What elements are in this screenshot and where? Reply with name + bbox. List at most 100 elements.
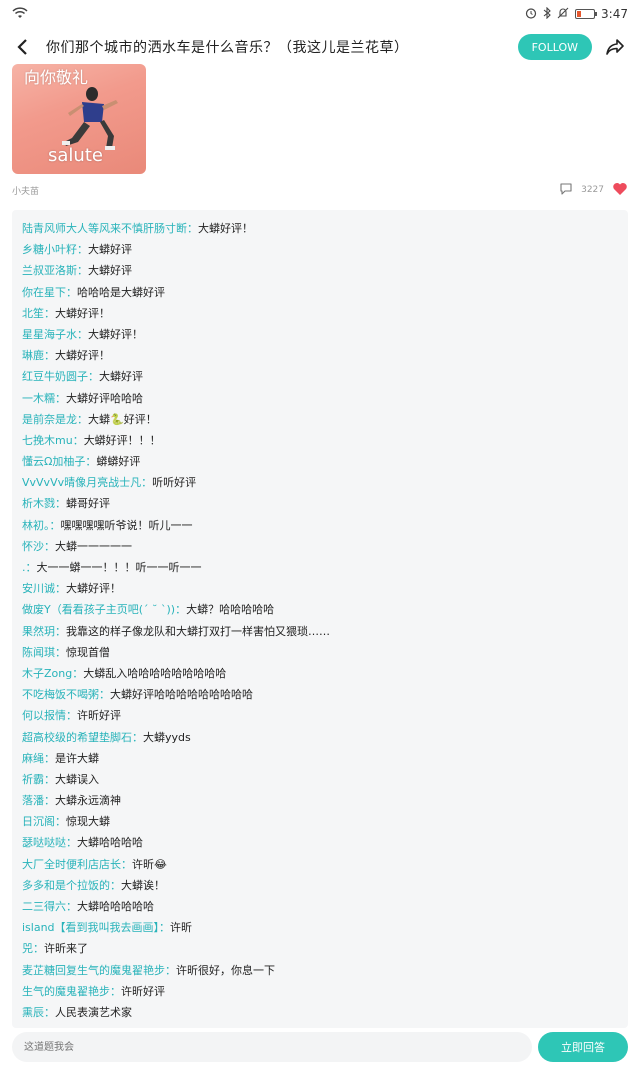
share-button[interactable] bbox=[598, 32, 632, 62]
comment-item[interactable]: 不吃梅饭不喝粥：大蟒好评哈哈哈哈哈哈哈哈哈 bbox=[22, 684, 618, 705]
comment-separator: ： bbox=[33, 942, 44, 956]
comment-item[interactable]: 懂云Ω加柚子：蟒蟒好评 bbox=[22, 451, 618, 472]
player-figure bbox=[62, 87, 118, 150]
comment-item[interactable]: 瑟哒哒哒：大蟒哈哈哈哈 bbox=[22, 832, 618, 853]
comment-separator: ： bbox=[132, 730, 143, 744]
comment-item[interactable]: 兕：许昕来了 bbox=[22, 938, 618, 959]
comment-username[interactable]: 麦芷糖回复生气的魔鬼翟艳步 bbox=[22, 964, 165, 977]
comment-item[interactable]: 析木戮：蟒哥好评 bbox=[22, 493, 618, 514]
comment-item[interactable]: 陈闻琪：惊现首僧 bbox=[22, 642, 618, 663]
comment-text: 蟒蟒好评 bbox=[96, 455, 141, 469]
comment-item[interactable]: 祈霸：大蟒误入 bbox=[22, 769, 618, 790]
comment-username[interactable]: 做废Y（看看孩子主页吧(´ ˘ `)) bbox=[22, 603, 175, 616]
comment-username[interactable]: 七挽木mu bbox=[22, 434, 73, 447]
comment-item[interactable]: 落潘：大蟒永远滴神 bbox=[22, 790, 618, 811]
comment-username[interactable]: 乡糖小叶籽 bbox=[22, 243, 77, 256]
comment-item[interactable]: 日沉阁：惊现大蟒 bbox=[22, 811, 618, 832]
comment-item[interactable]: 是前奈是龙：大蟒🐍好评！ bbox=[22, 409, 618, 430]
comment-username[interactable]: 瑟哒哒哒 bbox=[22, 836, 66, 849]
comment-username[interactable]: 落潘 bbox=[22, 794, 44, 807]
comment-username[interactable]: 祈霸 bbox=[22, 773, 44, 786]
comment-username[interactable]: 你在星下 bbox=[22, 286, 66, 299]
comment-item[interactable]: 怀沙：大蟒一一一一一 bbox=[22, 536, 618, 557]
comment-username[interactable]: 陈闻琪 bbox=[22, 646, 55, 659]
comment-item[interactable]: 一木糯：大蟒好评哈哈哈 bbox=[22, 388, 618, 409]
comment-separator: ： bbox=[44, 1005, 55, 1019]
comment-item[interactable]: 果然玥：我靠这的样子像龙队和大蟒打双打一样害怕又猥琐…… bbox=[22, 621, 618, 642]
comment-username[interactable]: 何以报情 bbox=[22, 709, 66, 722]
comment-separator: ： bbox=[72, 666, 84, 680]
comment-item[interactable]: 做废Y（看看孩子主页吧(´ ˘ `))：大蟒？哈哈哈哈哈 bbox=[22, 599, 618, 620]
comment-username[interactable]: 星星海子水 bbox=[22, 328, 77, 341]
comment-text: 大蟒好评！ bbox=[66, 582, 121, 596]
answer-now-button[interactable]: 立即回答 bbox=[538, 1032, 628, 1062]
comment-username[interactable]: 麻绳 bbox=[22, 752, 44, 765]
comment-username[interactable]: 兕 bbox=[22, 942, 33, 955]
comment-item[interactable]: 何以报情：许昕好评 bbox=[22, 705, 618, 726]
image-top-text: 向你敬礼 bbox=[24, 68, 89, 87]
comment-item[interactable]: 麻绳：是许大蟒 bbox=[22, 748, 618, 769]
comment-item[interactable]: 大厂全时便利店店长：许昕😂 bbox=[22, 854, 618, 875]
author-name[interactable]: 小夫苗 bbox=[12, 184, 39, 197]
comment-separator: ： bbox=[66, 836, 77, 850]
comment-item[interactable]: 超高校级的希望垫脚石：大蟒yyds bbox=[22, 727, 618, 748]
comment-item[interactable]: 安川诚：大蟒好评！ bbox=[22, 578, 618, 599]
back-button[interactable] bbox=[8, 32, 36, 62]
comment-username[interactable]: 超高校级的希望垫脚石 bbox=[22, 731, 132, 744]
comment-item[interactable]: 熏辰：人民表演艺术家 bbox=[22, 1002, 618, 1023]
comment-item[interactable]: 琳鹿：大蟒好评！ bbox=[22, 345, 618, 366]
comment-username[interactable]: 陆青风师大人等风来不慎肝肠寸断 bbox=[22, 222, 187, 235]
comment-username[interactable]: 生气的魔鬼翟艳步 bbox=[22, 985, 110, 998]
comment-item[interactable]: 多多和是个拉饭的：大蟒诶！ bbox=[22, 875, 618, 896]
page: 3:47 你们那个城市的洒水车是什么音乐？（我这儿是兰花草） FOLLOW 向你… bbox=[0, 0, 640, 1067]
comment-separator: ： bbox=[25, 561, 37, 574]
comment-username[interactable]: 琳鹿 bbox=[22, 349, 44, 362]
comment-username[interactable]: VvVvVv晴像月亮战士凡 bbox=[22, 476, 141, 489]
comment-button[interactable] bbox=[559, 182, 573, 198]
comment-username[interactable]: 大厂全时便利店店长 bbox=[22, 858, 121, 871]
comment-item[interactable]: 北笙：大蟒好评！ bbox=[22, 303, 618, 324]
comment-username[interactable]: 红豆牛奶圆子 bbox=[22, 370, 88, 383]
like-button[interactable] bbox=[612, 182, 628, 199]
comment-username[interactable]: 析木戮 bbox=[22, 497, 55, 510]
comment-item[interactable]: 林初。：嘿嘿嘿嘿听爷说！听儿一一 bbox=[22, 515, 618, 536]
comment-username[interactable]: 一木糯 bbox=[22, 392, 55, 405]
comment-item[interactable]: 乡糖小叶籽：大蟒好评 bbox=[22, 239, 618, 260]
comment-username[interactable]: 北笙 bbox=[22, 307, 44, 320]
comment-separator: ： bbox=[55, 582, 66, 596]
comment-item[interactable]: 生气的魔鬼翟艳步：许昕好评 bbox=[22, 981, 618, 1002]
comment-username[interactable]: 日沉阁 bbox=[22, 815, 55, 828]
comment-username[interactable]: 兰叔亚洛斯 bbox=[22, 264, 77, 277]
comment-separator: ： bbox=[66, 709, 77, 723]
comment-separator: ： bbox=[49, 518, 61, 532]
comment-item[interactable]: 麦芷糖回复生气的魔鬼翟艳步：许昕很好，你息一下 bbox=[22, 960, 618, 981]
comment-username[interactable]: 熏辰 bbox=[22, 1006, 44, 1019]
comment-item[interactable]: 七挽木mu：大蟒好评！！！ bbox=[22, 430, 618, 451]
comment-item[interactable]: 陆青风师大人等风来不慎肝肠寸断：大蟒好评！ bbox=[22, 218, 618, 239]
comment-username[interactable]: 二三得六 bbox=[22, 900, 66, 913]
comment-item[interactable]: 你在星下：哈哈哈是大蟒好评 bbox=[22, 282, 618, 303]
comment-item[interactable]: 红豆牛奶圆子：大蟒好评 bbox=[22, 366, 618, 387]
comment-username[interactable]: island【看到我叫我去画画】 bbox=[22, 921, 159, 934]
salute-meme-image[interactable]: 向你敬礼 salute bbox=[12, 64, 146, 174]
comment-text: 许昕好评 bbox=[121, 984, 165, 998]
follow-button[interactable]: FOLLOW bbox=[517, 34, 592, 60]
comment-username[interactable]: 不吃梅饭不喝粥 bbox=[22, 688, 99, 701]
comment-username[interactable]: 木子Zong bbox=[22, 667, 72, 680]
comment-item[interactable]: 二三得六：大蟒哈哈哈哈哈 bbox=[22, 896, 618, 917]
comment-item[interactable]: VvVvVv晴像月亮战士凡：听听好评 bbox=[22, 472, 618, 493]
comment-username[interactable]: 懂云Ω加柚子 bbox=[22, 455, 85, 468]
comment-separator: ： bbox=[55, 391, 66, 405]
comment-username[interactable]: 多多和是个拉饭的 bbox=[22, 879, 110, 892]
comment-username[interactable]: 林初。 bbox=[22, 519, 50, 532]
comment-item[interactable]: .：大一一蟒一一！！！听一一听一一 bbox=[22, 557, 618, 578]
comment-username[interactable]: 安川诚 bbox=[22, 582, 55, 595]
comment-username[interactable]: 果然玥 bbox=[22, 625, 55, 638]
comment-username[interactable]: 是前奈是龙 bbox=[22, 413, 77, 426]
comment-username[interactable]: 怀沙 bbox=[22, 540, 44, 553]
comment-item[interactable]: 星星海子水：大蟒好评！ bbox=[22, 324, 618, 345]
comment-item[interactable]: island【看到我叫我去画画】：许昕 bbox=[22, 917, 618, 938]
answer-input[interactable] bbox=[12, 1032, 532, 1062]
comment-item[interactable]: 兰叔亚洛斯：大蟒好评 bbox=[22, 260, 618, 281]
comment-item[interactable]: 木子Zong：大蟒乱入哈哈哈哈哈哈哈哈哈 bbox=[22, 663, 618, 684]
